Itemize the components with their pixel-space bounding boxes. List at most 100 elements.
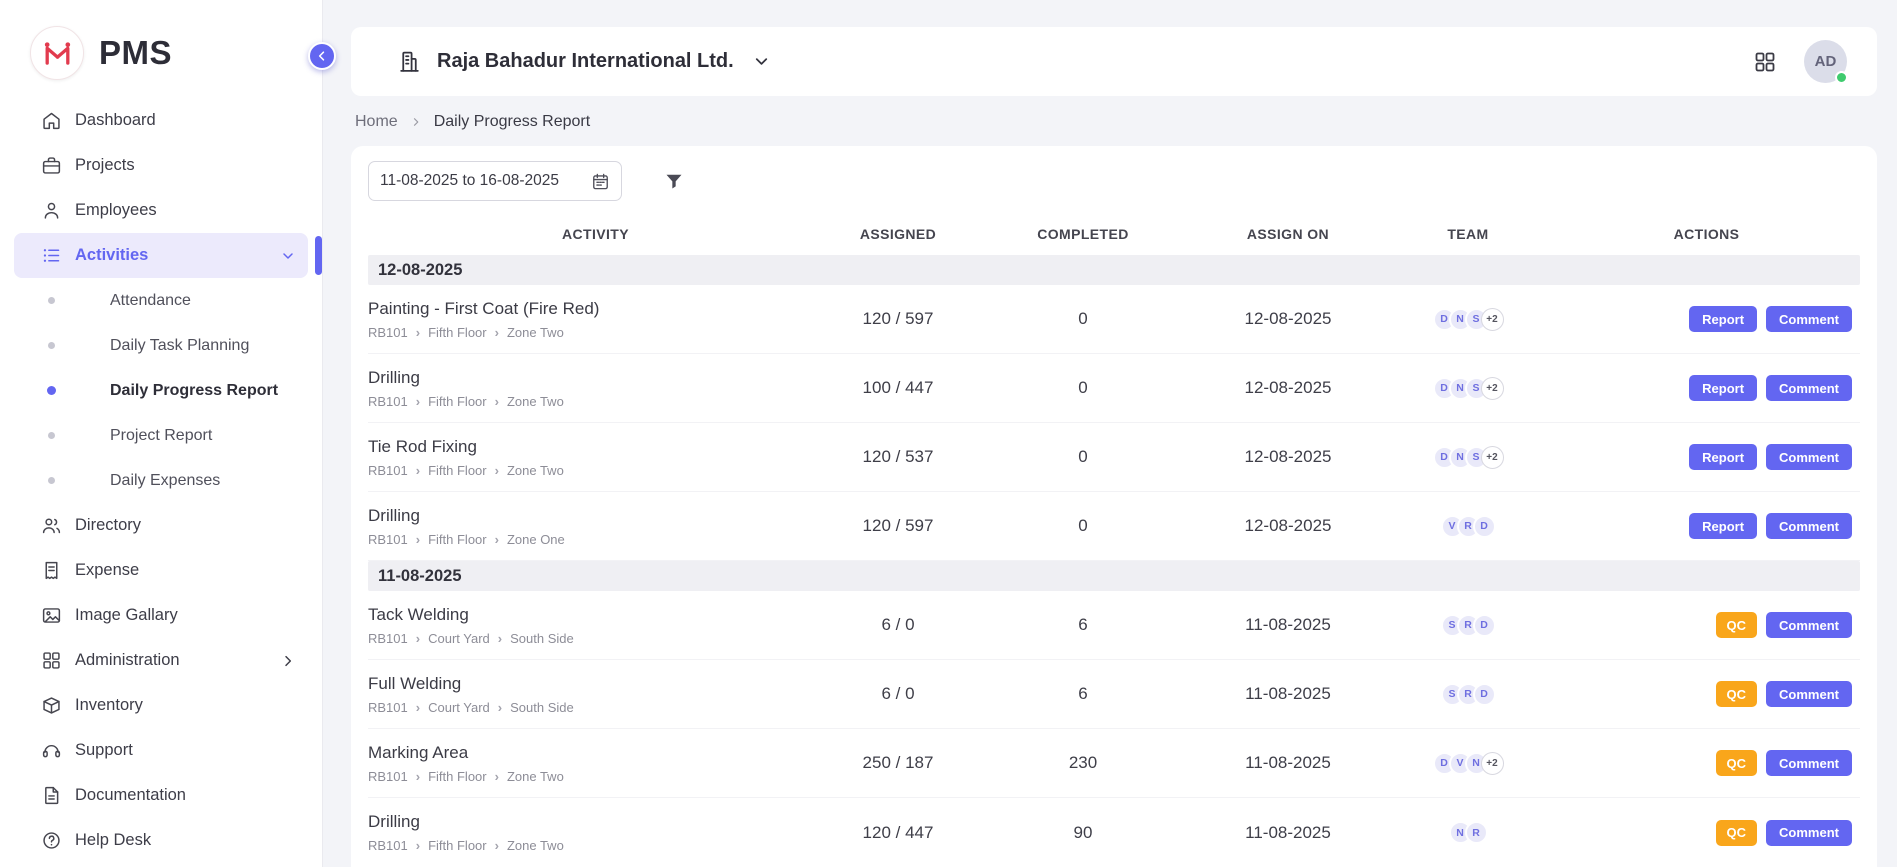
- path-segment: RB101: [368, 532, 408, 547]
- comment-button[interactable]: Comment: [1766, 612, 1852, 638]
- chevron-right-icon: ›: [416, 838, 420, 853]
- sidebar-item-support[interactable]: Support: [14, 728, 308, 773]
- sidebar-subitem-project-report[interactable]: Project Report: [0, 413, 322, 458]
- sidebar-item-dashboard[interactable]: Dashboard: [14, 98, 308, 143]
- activity-row: Tack Welding RB101›Court Yard›South Side…: [368, 591, 1860, 660]
- path-segment: Zone Two: [507, 838, 564, 853]
- comment-button[interactable]: Comment: [1766, 306, 1852, 332]
- chevron-right-icon: ›: [495, 838, 499, 853]
- sidebar-item-projects[interactable]: Projects: [14, 143, 308, 188]
- sidebar-item-inventory[interactable]: Inventory: [14, 683, 308, 728]
- activity-name: Tie Rod Fixing: [368, 437, 823, 457]
- completed-value: 0: [973, 516, 1193, 536]
- sidebar-subitem-daily-expenses[interactable]: Daily Expenses: [0, 458, 322, 503]
- apps-grid-icon[interactable]: [1753, 50, 1777, 74]
- column-header-completed: COMPLETED: [973, 226, 1193, 242]
- chevron-right-icon: ›: [416, 631, 420, 646]
- sidebar-item-expense[interactable]: Expense: [14, 548, 308, 593]
- qc-button[interactable]: QC: [1716, 750, 1758, 776]
- completed-value: 0: [973, 378, 1193, 398]
- chevron-right-icon: ›: [495, 463, 499, 478]
- team-avatar[interactable]: R: [1465, 821, 1488, 844]
- support-icon: [41, 740, 62, 761]
- qc-button[interactable]: QC: [1716, 681, 1758, 707]
- path-segment: Court Yard: [428, 631, 490, 646]
- completed-value: 6: [973, 615, 1193, 635]
- chevron-right-icon: ›: [495, 394, 499, 409]
- team-avatar[interactable]: D: [1473, 614, 1496, 637]
- team-more-badge[interactable]: +2: [1481, 377, 1504, 400]
- documentation-icon: [41, 785, 62, 806]
- sidebar-item-employees[interactable]: Employees: [14, 188, 308, 233]
- activity-name: Drilling: [368, 368, 823, 388]
- team-more-badge[interactable]: +2: [1481, 446, 1504, 469]
- company-selector[interactable]: Raja Bahadur International Ltd.: [397, 49, 771, 74]
- sidebar-subitem-attendance[interactable]: Attendance: [0, 278, 322, 323]
- qc-button[interactable]: QC: [1716, 820, 1758, 846]
- report-button[interactable]: Report: [1689, 375, 1757, 401]
- comment-button[interactable]: Comment: [1766, 750, 1852, 776]
- sidebar-item-image-gallary[interactable]: Image Gallary: [14, 593, 308, 638]
- comment-button[interactable]: Comment: [1766, 375, 1852, 401]
- sidebar-subitem-daily-progress-report[interactable]: Daily Progress Report: [0, 368, 322, 413]
- breadcrumb-home-link[interactable]: Home: [355, 113, 398, 131]
- helpdesk-icon: [41, 830, 62, 851]
- team-avatars: SRD: [1383, 683, 1553, 706]
- sidebar-item-activities[interactable]: Activities: [14, 233, 308, 278]
- bullet-dot-icon: [48, 342, 55, 349]
- sidebar-item-help-desk[interactable]: Help Desk: [14, 818, 308, 863]
- activity-location-path: RB101›Fifth Floor›Zone Two: [368, 838, 823, 853]
- calendar-icon: [591, 172, 610, 191]
- qc-button[interactable]: QC: [1716, 612, 1758, 638]
- team-avatar[interactable]: D: [1473, 515, 1496, 538]
- sidebar-subitem-label: Daily Progress Report: [110, 382, 278, 400]
- activity-row: Painting - First Coat (Fire Red) RB101›F…: [368, 285, 1860, 354]
- filter-funnel-icon[interactable]: [660, 167, 688, 195]
- date-range-input[interactable]: 11-08-2025 to 16-08-2025: [368, 161, 622, 201]
- report-button[interactable]: Report: [1689, 513, 1757, 539]
- row-actions: QC Comment: [1553, 820, 1860, 846]
- comment-button[interactable]: Comment: [1766, 681, 1852, 707]
- team-more-badge[interactable]: +2: [1481, 752, 1504, 775]
- sidebar-item-documentation[interactable]: Documentation: [14, 773, 308, 818]
- report-button[interactable]: Report: [1689, 444, 1757, 470]
- assigned-value: 120 / 447: [823, 823, 973, 843]
- sidebar-item-directory[interactable]: Directory: [14, 503, 308, 548]
- chevron-right-icon: [280, 653, 296, 669]
- online-status-dot: [1835, 71, 1848, 84]
- table-header-row: ACTIVITYASSIGNEDCOMPLETEDASSIGN ONTEAMAC…: [368, 213, 1860, 255]
- comment-button[interactable]: Comment: [1766, 513, 1852, 539]
- report-button[interactable]: Report: [1689, 306, 1757, 332]
- sidebar-item-label: Administration: [75, 651, 180, 670]
- sidebar-item-administration[interactable]: Administration: [14, 638, 308, 683]
- home-icon: [41, 110, 62, 131]
- company-name: Raja Bahadur International Ltd.: [437, 50, 734, 73]
- user-avatar[interactable]: AD: [1804, 40, 1847, 83]
- assign-on-date: 11-08-2025: [1193, 615, 1383, 635]
- path-segment: RB101: [368, 700, 408, 715]
- comment-button[interactable]: Comment: [1766, 820, 1852, 846]
- team-avatars: SRD: [1383, 614, 1553, 637]
- date-group-header: 12-08-2025: [368, 255, 1860, 285]
- activity-cell: Marking Area RB101›Fifth Floor›Zone Two: [368, 743, 823, 784]
- assigned-value: 120 / 597: [823, 516, 973, 536]
- activity-row: Drilling RB101›Fifth Floor›Zone Two 120 …: [368, 798, 1860, 867]
- activity-location-path: RB101›Fifth Floor›Zone Two: [368, 769, 823, 784]
- sidebar-collapse-button[interactable]: [308, 42, 336, 70]
- activity-name: Drilling: [368, 506, 823, 526]
- row-actions: Report Comment: [1553, 375, 1860, 401]
- path-segment: Court Yard: [428, 700, 490, 715]
- assign-on-date: 11-08-2025: [1193, 684, 1383, 704]
- row-actions: QC Comment: [1553, 750, 1860, 776]
- activity-cell: Painting - First Coat (Fire Red) RB101›F…: [368, 299, 823, 340]
- comment-button[interactable]: Comment: [1766, 444, 1852, 470]
- assigned-value: 250 / 187: [823, 753, 973, 773]
- avatar-initials: AD: [1815, 53, 1837, 70]
- gallery-icon: [41, 605, 62, 626]
- team-more-badge[interactable]: +2: [1481, 308, 1504, 331]
- row-actions: Report Comment: [1553, 444, 1860, 470]
- inventory-icon: [41, 695, 62, 716]
- team-avatar[interactable]: D: [1473, 683, 1496, 706]
- group-date: 11-08-2025: [378, 567, 462, 586]
- sidebar-subitem-daily-task-planning[interactable]: Daily Task Planning: [0, 323, 322, 368]
